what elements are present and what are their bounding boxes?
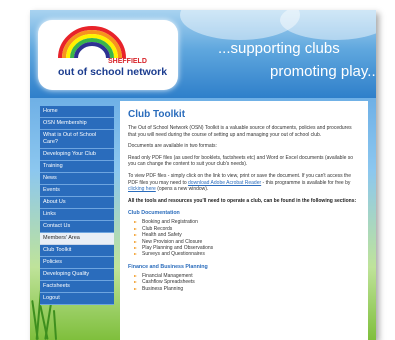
sidebar-item-events[interactable]: Events [40, 185, 114, 197]
list-item[interactable]: Business Planning [134, 286, 368, 292]
grass-blade [52, 309, 58, 340]
site-logo[interactable]: SHEFFIELD out of school network [38, 20, 178, 90]
download-acrobat-link[interactable]: download Adobe Acrobat Reader [188, 180, 261, 186]
clicking-here-link[interactable]: clicking here [128, 186, 156, 192]
pdf-info-text-2: - this programme is available for free b… [262, 179, 351, 186]
sidebar-nav: Home OSN Membership What is Out of Schoo… [40, 106, 114, 305]
formats-paragraph: Documents are available in two formats: [128, 143, 217, 150]
sidebar-item-home[interactable]: Home [40, 106, 114, 118]
tagline-2: promoting play... [270, 63, 376, 80]
intro-paragraph: The Out of School Network (OSN) Toolkit … [128, 125, 352, 138]
sidebar-item-logout[interactable]: Logout [40, 293, 114, 305]
pdf-info-text-3: (opens a new window). [157, 186, 209, 193]
logo-name: out of school network [58, 66, 168, 78]
main-content: Club Toolkit The Out of School Network (… [120, 101, 368, 340]
sidebar-item-training[interactable]: Training [40, 161, 114, 173]
sidebar-item-factsheets[interactable]: Factsheets [40, 281, 114, 293]
sidebar-item-about-us[interactable]: About Us [40, 197, 114, 209]
tagline-1: ...supporting clubs [218, 40, 340, 57]
finance-list: Financial Management Cashflow Spreadshee… [134, 273, 368, 292]
cloud-decoration [280, 10, 376, 40]
sidebar-item-club-toolkit[interactable]: Club Toolkit [40, 245, 114, 257]
page-title: Club Toolkit [128, 109, 186, 120]
read-only-paragraph: Read only PDF files (as used for booklet… [128, 154, 354, 168]
site-header: SHEFFIELD out of school network ...suppo… [30, 10, 376, 98]
section-heading-finance: Finance and Business Planning [128, 263, 208, 270]
pdf-info-paragraph: To view PDF files - simply click on the … [128, 173, 360, 193]
website-window: SHEFFIELD out of school network ...suppo… [30, 10, 376, 340]
sidebar-item-policies[interactable]: Policies [40, 257, 114, 269]
sidebar-section-members-area: Members' Area [40, 233, 114, 245]
sidebar-item-developing-quality[interactable]: Developing Quality [40, 269, 114, 281]
all-tools-paragraph: All the tools and resources you'll need … [128, 197, 357, 204]
section-heading-club-documentation: Club Documentation [128, 210, 180, 217]
sidebar-item-contact-us[interactable]: Contact Us [40, 221, 114, 233]
sidebar-item-osn-membership[interactable]: OSN Membership [40, 118, 114, 130]
sidebar-item-links[interactable]: Links [40, 209, 114, 221]
club-documentation-list: Booking and Registration Club Records He… [134, 219, 368, 257]
list-item[interactable]: Surveys and Questionnaires [134, 251, 368, 257]
logo-city: SHEFFIELD [108, 58, 147, 65]
sidebar-item-developing-your-club[interactable]: Developing Your Club [40, 149, 114, 161]
sidebar-item-news[interactable]: News [40, 173, 114, 185]
rainbow-logo-icon [58, 26, 126, 59]
sidebar-item-what-is-out-of-school-care[interactable]: What is Out of School Care? [40, 130, 114, 149]
